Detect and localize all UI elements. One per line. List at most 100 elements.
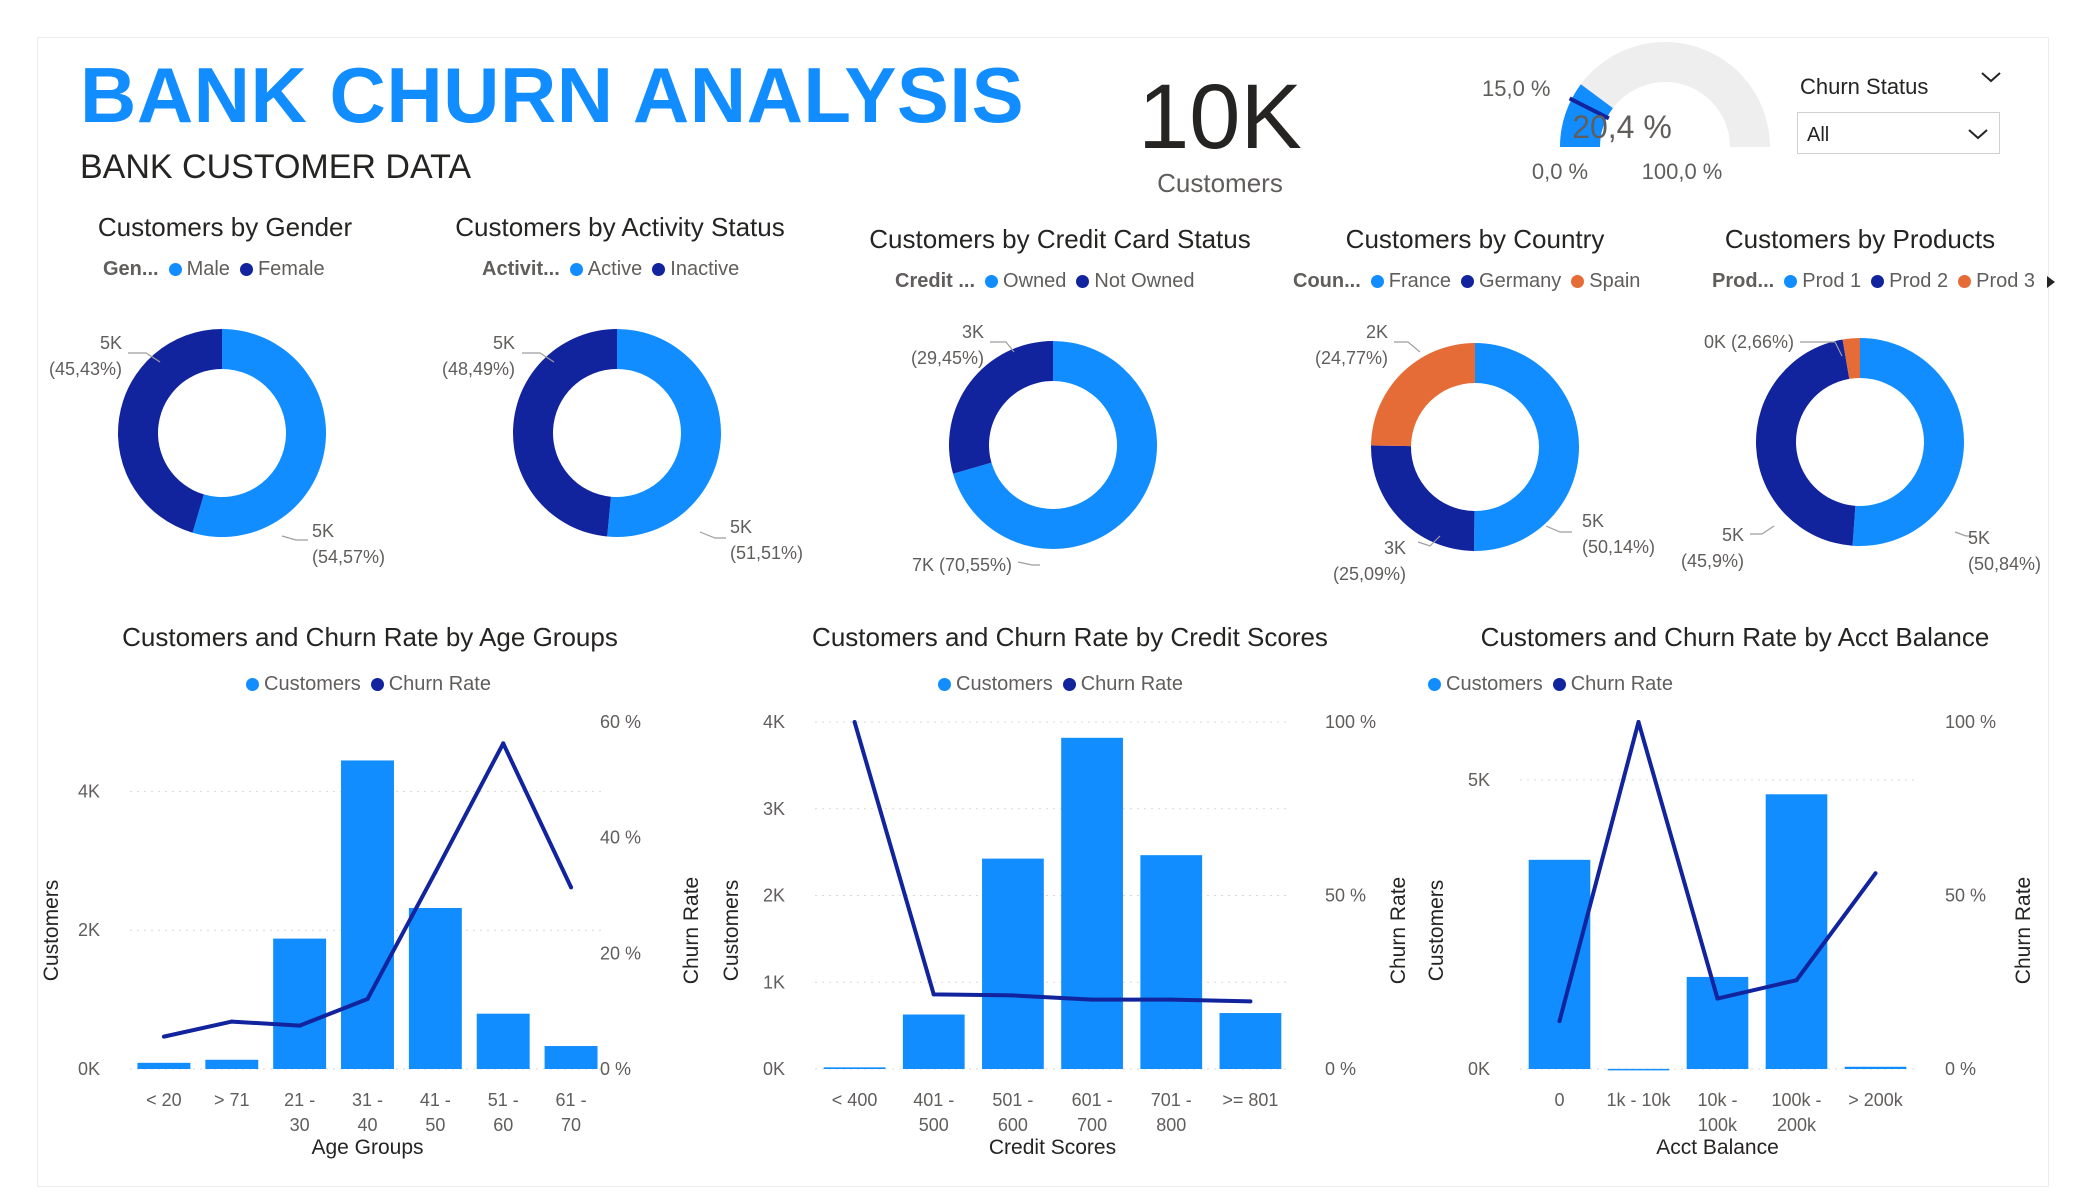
activity-label-inactive-pct: (48,49%): [442, 359, 515, 379]
gender-label-male-pct: (54,57%): [312, 547, 385, 567]
churn-rate-point[interactable]: [1010, 993, 1015, 998]
legend-item-customers[interactable]: Customers: [938, 673, 1053, 696]
bar-<400[interactable]: [823, 1067, 886, 1069]
y2-axis-title: Churn Rate: [2012, 877, 2035, 984]
legend-item-france[interactable]: France: [1370, 270, 1451, 293]
bar-601-700[interactable]: [1061, 737, 1123, 1069]
bar-401-500[interactable]: [902, 1014, 965, 1069]
legend-item-inactive[interactable]: Inactive: [652, 258, 739, 281]
churn-rate-point[interactable]: [1169, 997, 1174, 1002]
legend-item-prod-3[interactable]: Prod 3: [1958, 270, 2035, 293]
bar->71[interactable]: [205, 1059, 259, 1069]
legend-item-female[interactable]: Female: [239, 258, 325, 281]
x-tick-label: 200k: [1777, 1115, 1817, 1135]
legend-item-germany[interactable]: Germany: [1461, 270, 1561, 293]
y2-tick-label: 50 %: [1945, 886, 1986, 906]
churn-rate-point[interactable]: [1794, 978, 1799, 983]
legend-label: Prod 1: [1802, 270, 1862, 292]
churn-rate-point[interactable]: [1715, 996, 1720, 1001]
bar-21-30[interactable]: [273, 938, 327, 1069]
bar-41-50[interactable]: [408, 907, 462, 1069]
bar-701-800[interactable]: [1140, 855, 1203, 1069]
churn-rate-point[interactable]: [1090, 997, 1095, 1002]
x-tick-label: 500: [919, 1115, 949, 1135]
bar-<20[interactable]: [137, 1062, 191, 1069]
churn-rate-point[interactable]: [229, 1019, 234, 1024]
churn-rate-point[interactable]: [501, 741, 506, 746]
x-tick-label: 21 -: [284, 1090, 315, 1110]
x-axis-title: Acct Balance: [1656, 1136, 1779, 1159]
dropdown-chevron-icon[interactable]: [1967, 127, 1989, 141]
churn-rate-point[interactable]: [569, 885, 574, 890]
bar-51-60[interactable]: [476, 1013, 530, 1069]
gender-legend: Gen... Male Female: [103, 258, 335, 281]
x-tick-label: 100k -: [1771, 1090, 1821, 1110]
legend-item-churn-rate[interactable]: Churn Rate: [1062, 673, 1183, 696]
bar-1k-10k[interactable]: [1607, 1068, 1670, 1071]
legend-label: Churn Rate: [1080, 673, 1183, 695]
churn-rate-point[interactable]: [433, 870, 438, 875]
bar-501-600[interactable]: [982, 858, 1044, 1069]
legend-item-prod-1[interactable]: Prod 1: [1784, 270, 1861, 293]
churn-rate-line[interactable]: [1557, 720, 1878, 1022]
balance-chart-legend: Customers Churn Rate: [1428, 673, 1683, 696]
legend-item-churn-rate[interactable]: Churn Rate: [370, 673, 491, 696]
donut-slice-france[interactable]: [1474, 343, 1580, 551]
y-tick-label: 0K: [78, 1059, 100, 1079]
bar-0[interactable]: [1528, 859, 1591, 1069]
legend-item-owned[interactable]: Owned: [985, 270, 1066, 293]
legend-item-active[interactable]: Active: [569, 258, 643, 281]
kpi-customers-label: Customers: [1157, 168, 1283, 198]
churn-rate-point[interactable]: [1873, 871, 1878, 876]
legend-label: Active: [587, 258, 643, 280]
credit-score-chart-legend: Customers Churn Rate: [938, 673, 1193, 696]
bar->200k[interactable]: [1844, 1066, 1907, 1069]
x-tick-label: 10k -: [1697, 1090, 1737, 1110]
legend-item-not-owned[interactable]: Not Owned: [1076, 270, 1194, 293]
legend-label: Not Owned: [1094, 270, 1195, 292]
legend-next-arrow-icon[interactable]: [2045, 274, 2057, 290]
bar->=801[interactable]: [1219, 1013, 1282, 1069]
churn-rate-point[interactable]: [852, 720, 857, 724]
x-tick-label: 61 -: [556, 1090, 587, 1110]
y-tick-label: 1K: [763, 972, 785, 992]
legend-item-prod-2[interactable]: Prod 2: [1871, 270, 1948, 293]
report-title: BANK CHURN ANALYSIS: [80, 51, 1025, 139]
churn-rate-point[interactable]: [1636, 720, 1641, 724]
bar-31-40[interactable]: [341, 760, 394, 1069]
churn-rate-point[interactable]: [931, 992, 936, 997]
chevron-down-icon[interactable]: [1980, 70, 2002, 84]
credit-card-chart-title: Customers by Credit Card Status: [869, 224, 1251, 254]
y2-tick-label: 50 %: [1325, 886, 1366, 906]
churn-rate-point[interactable]: [297, 1023, 302, 1028]
churn-rate-point[interactable]: [1557, 1019, 1562, 1024]
gender-chart-title: Customers by Gender: [97, 212, 353, 242]
y2-tick-label: 0 %: [1325, 1059, 1356, 1079]
legend-title: Activit...: [482, 258, 560, 280]
donut-slice-prod-2[interactable]: [1756, 339, 1856, 546]
activity-chart-title: Customers by Activity Status: [455, 212, 785, 242]
bar-100k-200k[interactable]: [1765, 794, 1828, 1069]
legend-label: Prod 3: [1976, 270, 2036, 292]
legend-item-spain[interactable]: Spain: [1571, 270, 1640, 293]
churn-rate-point[interactable]: [1248, 999, 1253, 1004]
activity-label-inactive-count: 5K: [493, 333, 515, 353]
legend-item-customers[interactable]: Customers: [1428, 673, 1543, 696]
churn-rate-point[interactable]: [365, 997, 370, 1002]
donut-slice-germany[interactable]: [1371, 445, 1475, 551]
churn-rate-point[interactable]: [161, 1034, 166, 1039]
x-tick-label: > 200k: [1848, 1090, 1904, 1110]
y-tick-label: 2K: [763, 886, 785, 906]
bar-61-70[interactable]: [544, 1046, 598, 1069]
credit-label-not-owned-count: 3K: [962, 322, 984, 342]
donut-slice-active[interactable]: [607, 329, 721, 537]
legend-label: Customers: [1446, 673, 1543, 695]
donut-slice-inactive[interactable]: [512, 329, 617, 537]
legend-item-churn-rate[interactable]: Churn Rate: [1552, 673, 1673, 696]
x-tick-label: > 71: [214, 1090, 250, 1110]
donut-slice-prod-1[interactable]: [1852, 338, 1965, 546]
legend-item-male[interactable]: Male: [168, 258, 230, 281]
bar-10k-100k[interactable]: [1686, 976, 1749, 1069]
legend-item-customers[interactable]: Customers: [246, 673, 361, 696]
products-label-prod-1-count: 5K: [1968, 528, 1990, 548]
